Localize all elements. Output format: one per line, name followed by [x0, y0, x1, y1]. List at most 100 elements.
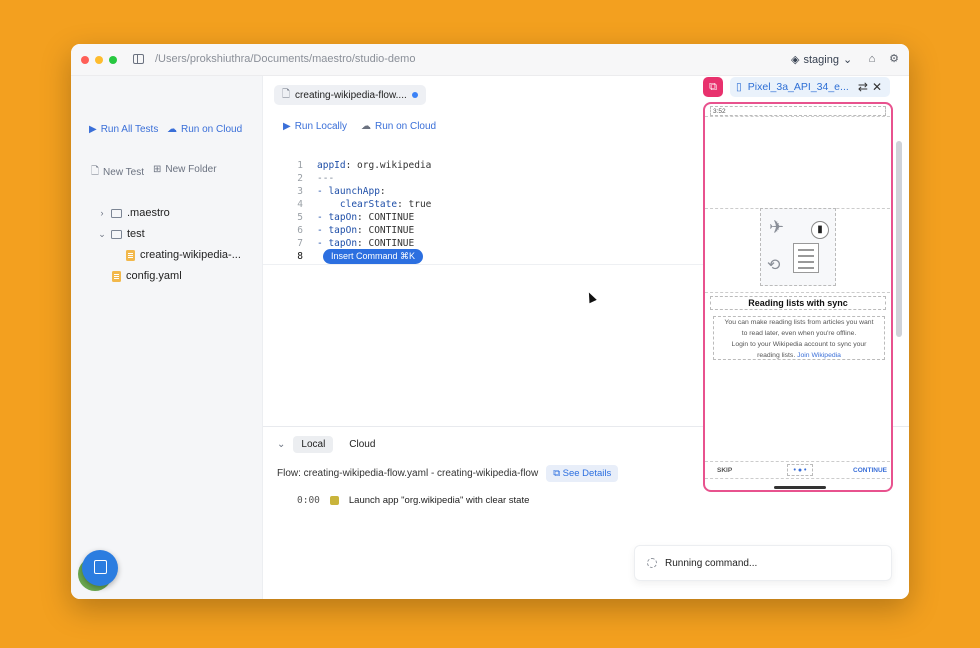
- onboarding-nav: SKIP • ● • CONTINUE: [705, 461, 891, 479]
- list-icon: [793, 243, 819, 273]
- chevron-right-icon: ›: [100, 208, 104, 218]
- onboarding-illustration: ✈ ▮ ⟲: [760, 208, 836, 286]
- zoom-window-button[interactable]: [109, 56, 117, 64]
- code-value: : org.wikipedia: [345, 160, 432, 171]
- airplane-icon: ✈: [769, 217, 785, 237]
- device-selector[interactable]: ▯ Pixel_3a_API_34_e... ⇄✕: [730, 77, 890, 97]
- unsaved-indicator: [412, 92, 418, 98]
- tab-cloud[interactable]: Cloud: [341, 436, 383, 453]
- line-number: 3: [297, 186, 303, 197]
- code-key: - tapOn: [317, 225, 358, 236]
- log-time: 0:00: [297, 495, 320, 506]
- tree-item-config[interactable]: config.yaml: [112, 270, 182, 282]
- insert-command-button[interactable]: Insert Command ⌘K: [323, 249, 424, 264]
- see-details-label: See Details: [562, 468, 612, 479]
- collapse-chevron-icon[interactable]: ⌄: [277, 439, 285, 450]
- device-toolbar: ⧉ ▯ Pixel_3a_API_34_e... ⇄✕: [703, 76, 909, 102]
- scrollbar[interactable]: [896, 141, 902, 337]
- device-screen[interactable]: 3:52 ✈ ▮ ⟲ Reading lists with sync You c…: [703, 102, 893, 492]
- body-line: to read later, even when you're offline.: [741, 330, 857, 337]
- new-folder-icon: ⊞: [153, 164, 162, 175]
- run-all-tests-label: Run All Tests: [100, 124, 159, 135]
- code-line: 4 clearState: true: [291, 198, 431, 211]
- sidebar-run-on-cloud-button[interactable]: ☁ Run on Cloud: [167, 124, 242, 135]
- editor-tab[interactable]: 🗋 creating-wikipedia-flow....: [274, 85, 426, 105]
- gear-icon[interactable]: ⚙: [887, 52, 901, 66]
- line-number: 8: [297, 251, 303, 262]
- tree-item-flow-file[interactable]: creating-wikipedia-...: [126, 249, 241, 261]
- code-line: 3 - launchApp:: [291, 185, 431, 198]
- skip-button[interactable]: SKIP: [717, 467, 732, 474]
- layers-icon: ◈: [791, 54, 800, 66]
- new-test-button[interactable]: 🗋 New Test: [91, 164, 144, 181]
- close-window-button[interactable]: [81, 56, 89, 64]
- refresh-icon[interactable]: ⇄: [858, 80, 872, 94]
- run-all-tests-button[interactable]: ▶ Run All Tests: [89, 124, 158, 135]
- yaml-file-icon: [112, 270, 121, 282]
- flow-info: Flow: creating-wikipedia-flow.yaml - cre…: [277, 465, 619, 482]
- tree-item-label: test: [127, 228, 145, 240]
- code-value: : CONTINUE: [357, 238, 415, 249]
- status-time: 3:52: [713, 107, 726, 115]
- panel-tabs: ⌄ Local Cloud: [277, 436, 383, 453]
- run-locally-label: Run Locally: [294, 121, 347, 132]
- sync-icon: ⟲: [767, 257, 781, 274]
- tree-item-maestro[interactable]: › .maestro: [98, 207, 170, 219]
- code-value: : true: [397, 199, 432, 210]
- environment-label: staging: [803, 53, 839, 66]
- code-key: - tapOn: [317, 212, 358, 223]
- running-label: Running command...: [665, 557, 758, 569]
- device-icon[interactable]: ⌂: [865, 52, 879, 66]
- code-line: 6 - tapOn: CONTINUE: [291, 224, 431, 237]
- run-locally-button[interactable]: ▶ Run Locally: [283, 121, 347, 132]
- code-editor[interactable]: 1 appId: org.wikipedia 2 --- 3 - launchA…: [291, 159, 431, 264]
- record-button[interactable]: ⧉: [703, 77, 723, 97]
- folder-icon: [111, 229, 122, 239]
- code-key: - tapOn: [317, 238, 358, 249]
- running-command-toast: Running command...: [634, 545, 892, 581]
- page-indicator: • ● •: [787, 464, 813, 476]
- environment-selector[interactable]: ◈ staging ⌄: [791, 53, 852, 67]
- log-entry: 0:00 Launch app "org.wikipedia" with cle…: [297, 495, 529, 506]
- line-number: 4: [297, 199, 303, 210]
- join-wikipedia-link[interactable]: Join Wikipedia: [797, 352, 841, 359]
- spinner-icon: [647, 558, 657, 568]
- code-line: 1 appId: org.wikipedia: [291, 159, 431, 172]
- studio-window: /Users/prokshiuthra/Documents/maestro/st…: [71, 44, 909, 599]
- code-value: : CONTINUE: [357, 225, 415, 236]
- line-number: 1: [297, 160, 303, 171]
- divider: [705, 292, 891, 293]
- code-line: 5 - tapOn: CONTINUE: [291, 211, 431, 224]
- tab-local[interactable]: Local: [293, 436, 334, 453]
- folder-icon: [111, 208, 122, 218]
- code-line: 2 ---: [291, 172, 431, 185]
- tree-item-label: .maestro: [127, 207, 170, 219]
- tree-item-test[interactable]: ⌄ test: [98, 228, 145, 240]
- help-chat-button[interactable]: [82, 550, 118, 586]
- chevron-down-icon: ⌄: [98, 228, 106, 239]
- cloud-icon: ☁: [360, 121, 371, 132]
- minimize-window-button[interactable]: [95, 56, 103, 64]
- editor-run-on-cloud-button[interactable]: ☁ Run on Cloud: [361, 121, 436, 132]
- new-file-icon: 🗋: [91, 166, 100, 177]
- new-folder-label: New Folder: [165, 164, 217, 175]
- status-bar: 3:52: [710, 106, 886, 116]
- file-icon: 🗋: [282, 88, 291, 100]
- editor-tab-label: creating-wikipedia-flow....: [295, 89, 407, 101]
- sidebar-toggle-icon[interactable]: [133, 54, 144, 64]
- code-value: :: [379, 186, 386, 197]
- new-folder-button[interactable]: ⊞ New Folder: [153, 164, 217, 175]
- line-number: 5: [297, 212, 303, 223]
- phone-icon: ▯: [736, 81, 742, 93]
- close-icon[interactable]: ✕: [872, 80, 886, 94]
- code-text: ---: [317, 173, 335, 184]
- device-name: Pixel_3a_API_34_e...: [747, 81, 849, 93]
- book-icon: [94, 560, 107, 574]
- bookmark-icon: ▮: [811, 221, 829, 239]
- tree-item-label: config.yaml: [126, 270, 182, 282]
- continue-button[interactable]: CONTINUE: [853, 467, 887, 474]
- home-indicator: [774, 486, 826, 489]
- sidebar: ▶ Run All Tests ☁ Run on Cloud 🗋 New Tes…: [71, 76, 263, 599]
- see-details-button[interactable]: ⧉ See Details: [546, 465, 619, 482]
- flow-text: Flow: creating-wikipedia-flow.yaml - cre…: [277, 468, 539, 479]
